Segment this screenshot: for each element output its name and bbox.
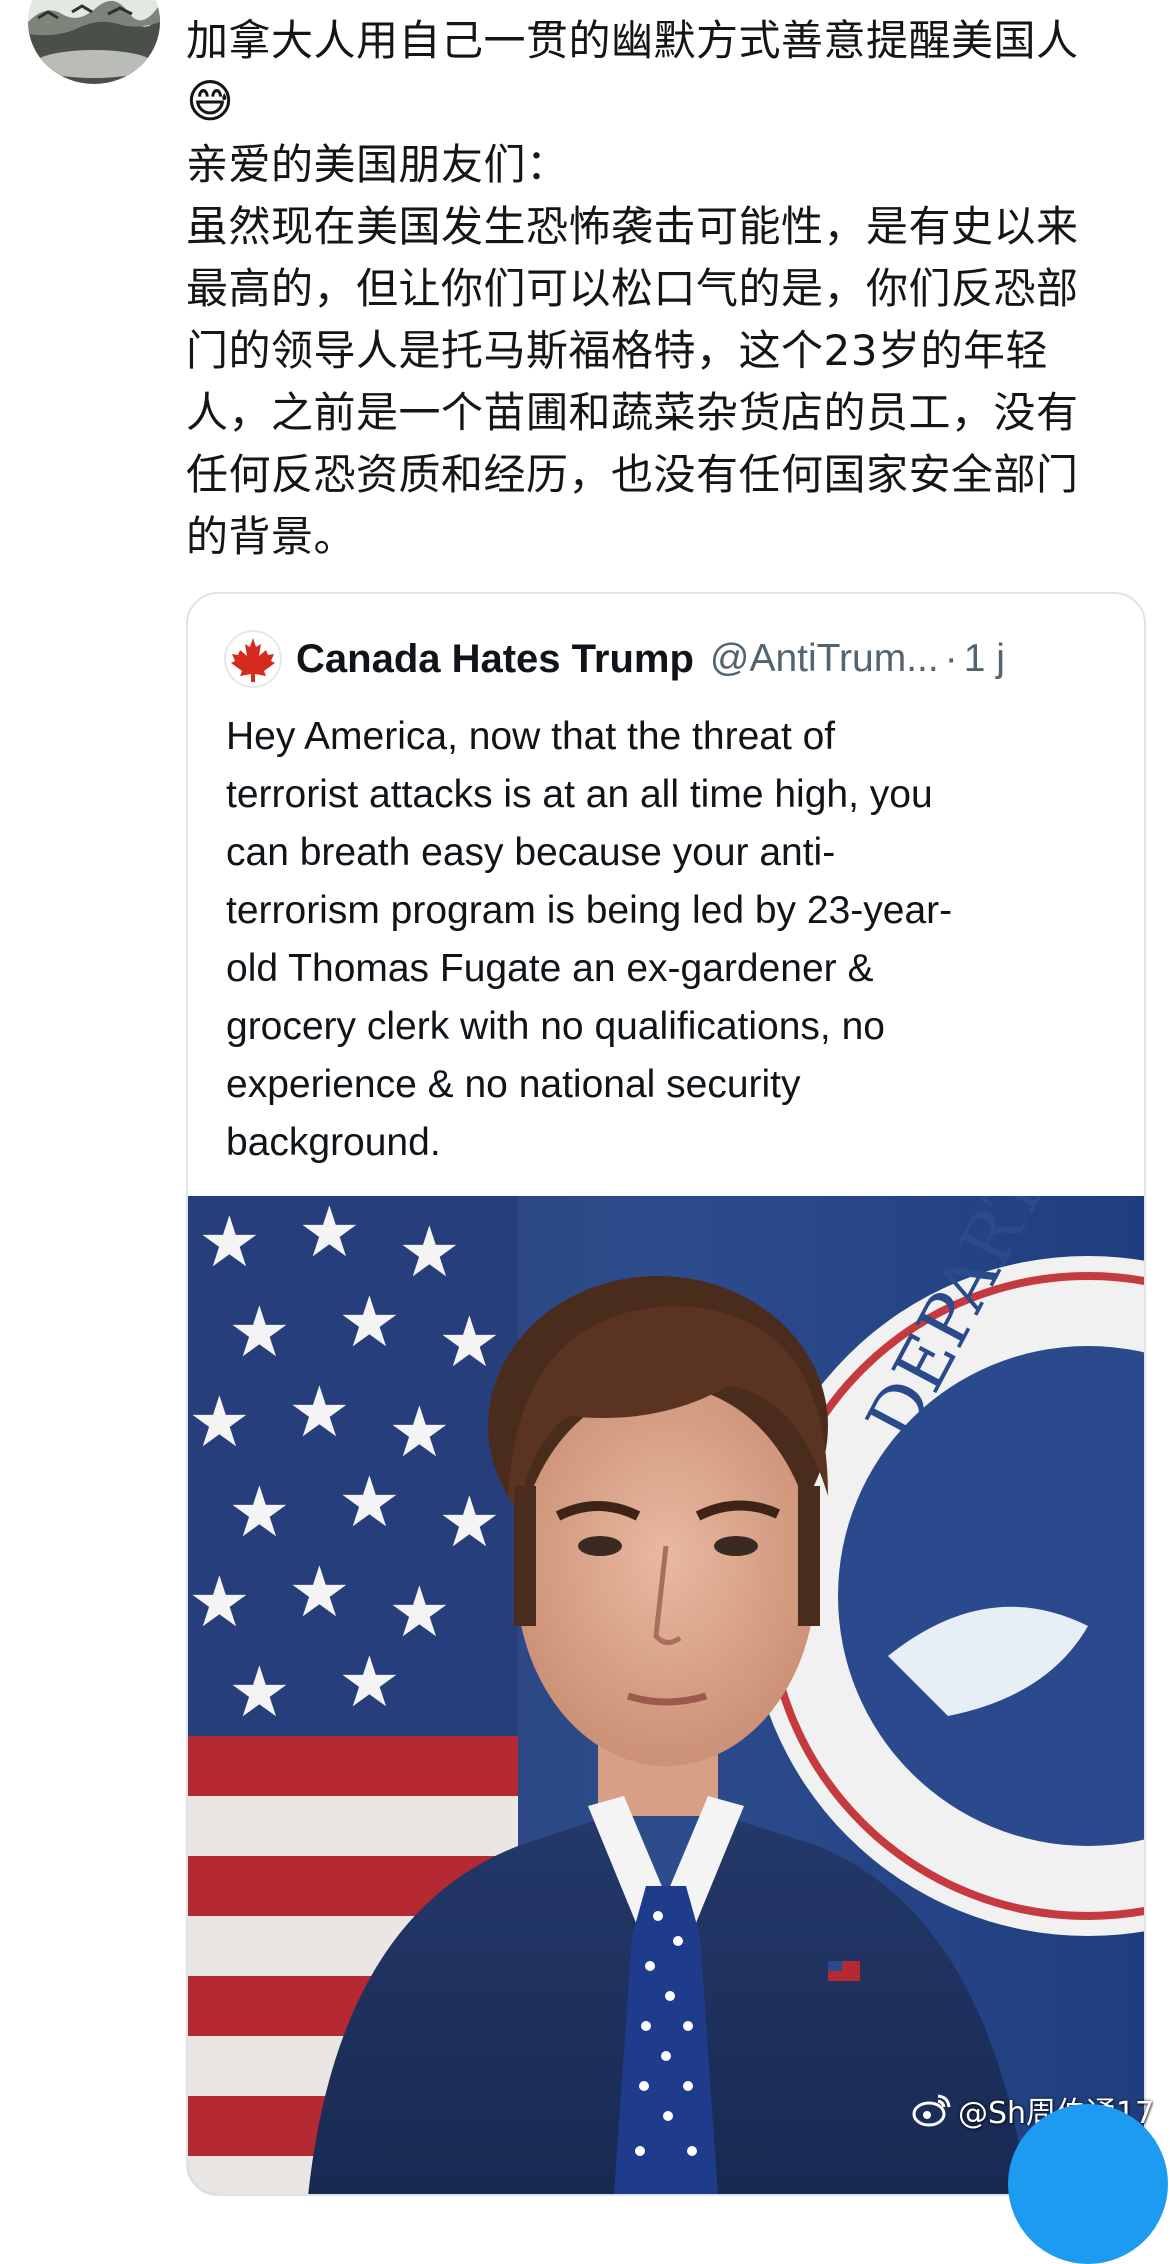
svg-text:★: ★ (298, 1196, 361, 1273)
sweat-smile-emoji: 😅 (186, 74, 235, 128)
post-line: 最高的，但让你们可以松口气的是，你们反恐部 (186, 264, 1079, 313)
svg-text:★: ★ (198, 1201, 261, 1283)
post-line: 虽然现在美国发生恐怖袭击可能性，是有史以来 (186, 202, 1079, 251)
svg-text:★: ★ (228, 1471, 291, 1553)
quoted-tweet-card[interactable]: Canada Hates Trump @AntiTrum... · 1 j He… (186, 592, 1146, 2196)
post-text: 加拿大人用自己一贯的幽默方式善意提醒美国人 😅 亲爱的美国朋友们： 虽然现在美国… (186, 10, 1146, 568)
svg-text:★: ★ (438, 1481, 501, 1563)
svg-text:★: ★ (338, 1641, 401, 1723)
svg-text:★: ★ (398, 1211, 461, 1293)
post-line: 人，之前是一个苗圃和蔬菜杂货店的员工，没有 (186, 388, 1079, 437)
separator-dot: · (944, 637, 958, 680)
svg-text:★: ★ (438, 1301, 501, 1383)
quoted-tweet-text: Hey America, now that the threat of terr… (226, 708, 1116, 1172)
quoted-timestamp[interactable]: 1 j (964, 637, 1005, 681)
quoted-line: Hey America, now that the threat of (226, 715, 836, 758)
floating-action-button[interactable] (1008, 2104, 1168, 2264)
svg-text:★: ★ (188, 1381, 251, 1463)
quoted-line: experience & no national security (226, 1063, 801, 1106)
post-line: 的背景。 (186, 512, 357, 561)
svg-text:★: ★ (228, 1291, 291, 1373)
user-avatar[interactable] (28, 0, 160, 84)
quoted-line: old Thomas Fugate an ex-gardener & (226, 947, 874, 990)
post-line: 亲爱的美国朋友们： (186, 140, 569, 189)
quoted-tweet-photo[interactable]: ★ ★ ★ ★ ★ ★ ★ ★ ★ ★ ★ ★ ★ ★ ★ ★ ★ DEPARTME (188, 1196, 1144, 2194)
quoted-line: terrorist attacks is at an all time high… (226, 773, 933, 816)
maple-leaf-icon[interactable] (224, 630, 282, 688)
svg-text:★: ★ (288, 1371, 351, 1453)
weibo-icon (912, 2094, 951, 2127)
quoted-tweet-header: Canada Hates Trump @AntiTrum... · 1 j (224, 630, 1005, 688)
svg-text:★: ★ (228, 1651, 291, 1733)
quoted-author-handle[interactable]: @AntiTrum... (710, 637, 939, 681)
quoted-line: can breath easy because your anti- (226, 831, 836, 874)
svg-text:★: ★ (188, 1561, 251, 1643)
post-line: 任何反恐资质和经历，也没有任何国家安全部门 (186, 450, 1079, 499)
quoted-author-name[interactable]: Canada Hates Trump (296, 637, 694, 682)
quoted-line: terrorism program is being led by 23-yea… (226, 889, 953, 932)
svg-text:★: ★ (338, 1281, 401, 1363)
post-line: 门的领导人是托马斯福格特，这个23岁的年轻 (186, 326, 1048, 375)
quoted-line: grocery clerk with no qualifications, no (226, 1005, 885, 1048)
svg-text:★: ★ (288, 1551, 351, 1633)
svg-text:★: ★ (338, 1461, 401, 1543)
quoted-line: background. (226, 1121, 441, 1164)
post-line: 加拿大人用自己一贯的幽默方式善意提醒美国人 (186, 16, 1079, 65)
